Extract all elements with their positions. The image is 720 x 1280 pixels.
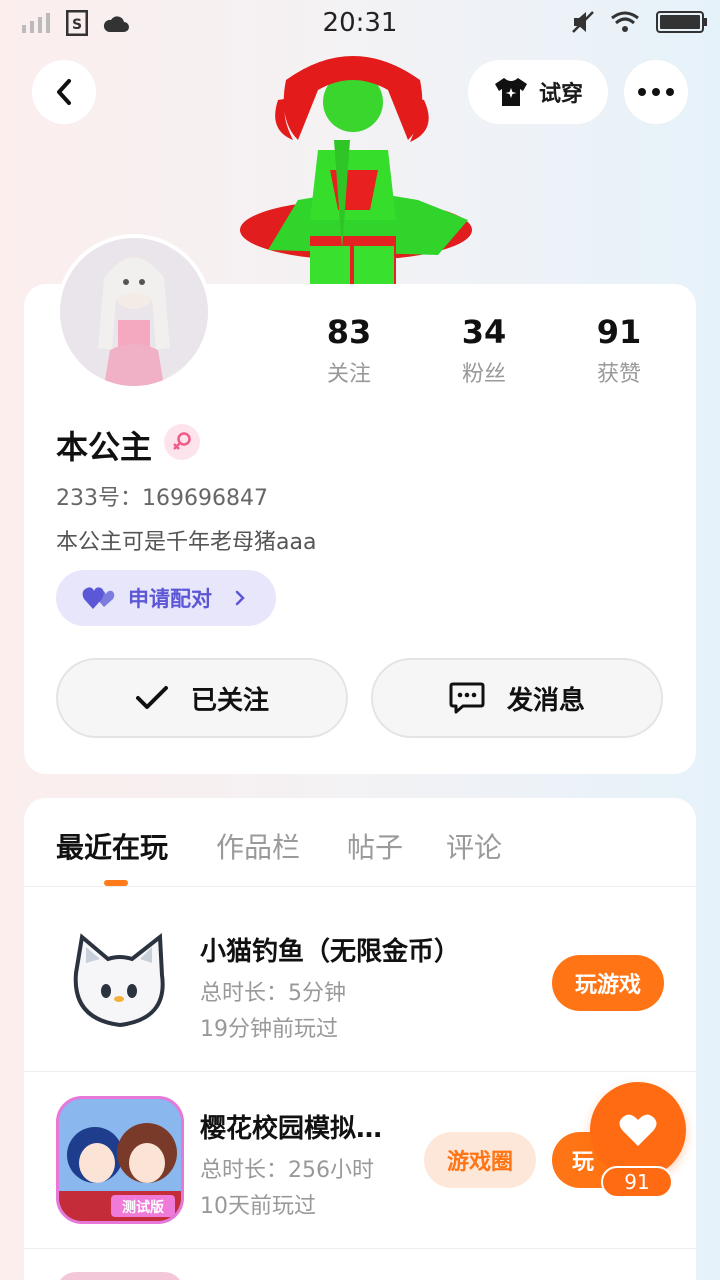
send-message-label: 发消息 [506, 685, 585, 716]
tshirt-icon [494, 78, 527, 106]
like-count-badge: 91 [601, 1166, 673, 1198]
profile-name: 本公主 [56, 428, 153, 466]
game-title: 樱花校园模拟… [200, 1114, 383, 1144]
list-divider [24, 1248, 696, 1249]
chevron-right-icon [235, 590, 245, 606]
list-item[interactable]: 测试版 樱花校园模拟… 总时长：256小时 10天前玩过 游戏圈 玩 [24, 1072, 696, 1248]
request-pair-label: 申请配对 [128, 587, 212, 611]
mute-icon [572, 11, 594, 33]
status-bar: S 20:31 [0, 0, 720, 50]
status-right-icons [572, 10, 708, 34]
game-last-played: 19分钟前玩过 [200, 1017, 338, 1042]
heart-icon [619, 1114, 657, 1146]
checkmark-icon [135, 686, 168, 709]
tab-comments[interactable]: 评论 [446, 826, 502, 866]
avatar-image [60, 238, 208, 386]
double-heart-icon [82, 587, 115, 609]
tab-works[interactable]: 作品栏 [216, 826, 300, 866]
game-circle-button[interactable]: 游戏圈 [424, 1132, 536, 1188]
play-game-button[interactable]: 玩游戏 [552, 955, 664, 1011]
stat-fans[interactable]: 34 粉丝 [429, 312, 539, 388]
game-icon-sakura: 测试版 [56, 1096, 184, 1224]
avatar[interactable] [56, 234, 212, 390]
fans-count: 34 [461, 313, 507, 351]
back-button[interactable] [32, 60, 96, 124]
game-title: 小猫钓鱼（无限金币） [200, 937, 461, 967]
profile-bio: 本公主可是千年老母猪aaa [56, 530, 317, 555]
game-duration: 总时长：5分钟 [200, 981, 346, 1006]
character-figure-image [240, 56, 472, 286]
game-icon-cat [56, 919, 184, 1047]
female-gender-icon [164, 424, 200, 460]
tab-posts[interactable]: 帖子 [347, 826, 403, 866]
fans-label: 粉丝 [461, 362, 506, 387]
character-avatar-3d [238, 50, 480, 286]
try-on-label: 试穿 [538, 82, 583, 107]
game-icon-partial [56, 1272, 184, 1280]
more-dots-icon [638, 88, 674, 96]
wifi-icon [611, 11, 639, 32]
following-label: 关注 [326, 362, 371, 387]
followed-label: 已关注 [190, 685, 269, 716]
like-fab-button[interactable] [590, 1082, 686, 1178]
followed-button[interactable]: 已关注 [56, 658, 348, 738]
send-message-button[interactable]: 发消息 [371, 658, 663, 738]
likes-label: 获赞 [596, 362, 641, 387]
chat-bubble-icon [449, 682, 485, 714]
list-item[interactable]: 小猫钓鱼（无限金币） 总时长：5分钟 19分钟前玩过 玩游戏 [24, 887, 696, 1071]
stat-likes[interactable]: 91 获赞 [564, 312, 674, 388]
game-duration: 总时长：256小时 [200, 1158, 374, 1183]
beta-badge: 测试版 [122, 1199, 164, 1216]
battery-icon [656, 11, 707, 33]
request-pair-button[interactable]: 申请配对 [56, 570, 276, 626]
following-count: 83 [326, 313, 372, 351]
tab-recently-played[interactable]: 最近在玩 [56, 826, 168, 866]
user-id: 233号：169696847 [56, 486, 268, 511]
chevron-left-icon [57, 79, 71, 105]
more-button[interactable] [624, 60, 688, 124]
likes-count: 91 [596, 313, 642, 351]
game-last-played: 10天前玩过 [200, 1194, 316, 1219]
stat-following[interactable]: 83 关注 [294, 312, 404, 388]
try-on-button[interactable]: 试穿 [468, 60, 608, 124]
